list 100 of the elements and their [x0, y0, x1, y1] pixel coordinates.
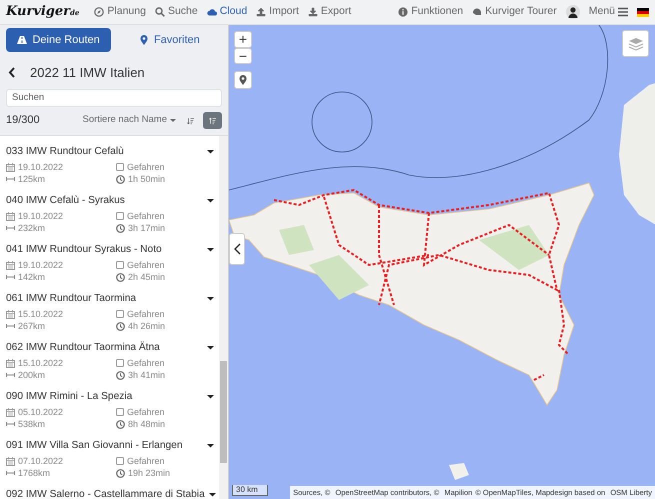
- cloud-icon: [206, 7, 217, 17]
- calendar-icon: [6, 162, 15, 172]
- helmet-icon: [472, 7, 482, 17]
- route-title[interactable]: 041 IMW Rundtour Syrakus - Noto: [6, 243, 162, 257]
- route-date: 07.10.2022: [18, 455, 64, 467]
- caret-icon[interactable]: [207, 150, 214, 154]
- folder-title: 2022 11 IMW Italien: [30, 64, 145, 82]
- search-icon: [154, 7, 165, 17]
- checkbox[interactable]: [116, 359, 124, 367]
- route-date: 19.10.2022: [18, 259, 64, 271]
- nav-link[interactable]: Suche: [154, 4, 198, 20]
- calendar-icon: [6, 310, 15, 318]
- checkbox[interactable]: [116, 457, 124, 465]
- route-duration: 2h 45min: [128, 271, 166, 283]
- distance-icon: [6, 225, 15, 231]
- checkbox-label[interactable]: Gefahren: [127, 455, 165, 467]
- checkbox[interactable]: [116, 212, 124, 220]
- route-distance: 200km: [18, 369, 46, 381]
- clock-icon: [116, 272, 125, 282]
- caret-icon[interactable]: [207, 395, 214, 399]
- route-title[interactable]: 090 IMW Rimini - La Spezia: [6, 390, 132, 404]
- route-date: 19.10.2022: [18, 210, 64, 222]
- route-distance: 538km: [18, 418, 46, 430]
- nav-link[interactable]: Export: [308, 4, 352, 20]
- caret-icon[interactable]: [207, 297, 214, 301]
- flag-icon[interactable]: [637, 8, 649, 16]
- chevron-left-icon: [234, 243, 240, 255]
- distance-icon: [6, 274, 15, 280]
- route-distance: 142km: [18, 271, 46, 283]
- route-date: 05.10.2022: [18, 406, 64, 418]
- upload-icon: [256, 7, 266, 17]
- caret-icon[interactable]: [208, 493, 216, 497]
- checkbox[interactable]: [116, 408, 124, 416]
- route-date: 19.10.2022: [18, 161, 64, 173]
- route-title[interactable]: 062 IMW Rundtour Taormina Ätna: [6, 341, 160, 355]
- map-pin-icon: [238, 74, 248, 86]
- nav-link[interactable]: Planung: [94, 4, 146, 20]
- route-duration: 19h 23min: [128, 467, 170, 479]
- clock-icon: [116, 322, 125, 330]
- route-duration: 8h 48min: [128, 418, 166, 430]
- nav-link[interactable]: Funktionen: [398, 4, 464, 20]
- route-title[interactable]: 040 IMW Cefalù - Syrakus: [6, 194, 125, 208]
- back-icon[interactable]: [8, 67, 16, 78]
- compass-icon: [94, 7, 104, 17]
- calendar-icon: [6, 408, 15, 416]
- route-title[interactable]: 091 IMW Villa San Giovanni - Erlangen: [6, 439, 182, 453]
- clock-icon: [116, 224, 125, 232]
- tab[interactable]: Deine Routen: [6, 28, 112, 52]
- checkbox-label[interactable]: Gefahren: [127, 357, 165, 369]
- clock-icon: [116, 174, 125, 184]
- nav-link[interactable]: Cloud: [206, 4, 248, 20]
- layers-icon: [628, 36, 644, 52]
- collapse-sidebar-button[interactable]: [229, 233, 245, 265]
- calendar-icon: [6, 358, 15, 368]
- route-title[interactable]: 092 IMW Salerno - Castellammare di Stabia: [6, 488, 205, 499]
- caret-icon[interactable]: [207, 444, 214, 448]
- download-icon: [308, 7, 318, 17]
- distance-icon: [6, 470, 15, 476]
- route-date: 15.10.2022: [18, 308, 64, 320]
- route-title[interactable]: 061 IMW Rundtour Taormina: [6, 292, 136, 306]
- search-field[interactable]: Suchen: [6, 88, 222, 106]
- route-title[interactable]: 033 IMW Rundtour Cefalù: [6, 145, 124, 159]
- checkbox[interactable]: [116, 310, 124, 318]
- sort-ascending-icon: [209, 116, 216, 126]
- caret-icon[interactable]: [207, 199, 214, 203]
- nav-link[interactable]: Kurviger Tourer: [472, 4, 557, 20]
- calendar-icon: [6, 212, 15, 220]
- avatar-icon[interactable]: [566, 5, 580, 19]
- caret-icon[interactable]: [207, 346, 214, 350]
- distance-icon: [6, 176, 15, 182]
- checkbox[interactable]: [116, 261, 124, 269]
- checkbox-label[interactable]: Gefahren: [127, 259, 165, 271]
- calendar-icon: [6, 456, 15, 466]
- checkbox[interactable]: [116, 163, 124, 171]
- checkbox-label[interactable]: Gefahren: [127, 210, 165, 222]
- locate-button[interactable]: [234, 71, 252, 89]
- caret-icon: [170, 119, 176, 122]
- route-duration: 3h 41min: [128, 369, 166, 381]
- menu-button[interactable]: Menü: [588, 4, 628, 20]
- checkbox-label[interactable]: Gefahren: [127, 161, 165, 173]
- nav-link[interactable]: Import: [256, 4, 299, 20]
- sort-dropdown[interactable]: Sortiere nach Name: [82, 113, 176, 128]
- distance-icon: [6, 372, 15, 378]
- caret-icon[interactable]: [207, 248, 214, 252]
- info-icon: [398, 7, 408, 17]
- zoom-in-button[interactable]: +: [234, 31, 252, 48]
- route-duration: 4h 26min: [128, 320, 166, 332]
- checkbox-label[interactable]: Gefahren: [127, 406, 165, 418]
- road-icon: [17, 35, 28, 45]
- distance-icon: [6, 421, 15, 427]
- clock-icon: [116, 370, 125, 380]
- sort-button[interactable]: [203, 112, 222, 129]
- zoom-out-button[interactable]: −: [234, 48, 252, 64]
- route-count: 19/300: [6, 113, 40, 128]
- distance-icon: [6, 323, 15, 329]
- sort-descending-icon: [187, 116, 194, 126]
- scrollbar[interactable]: [219, 136, 228, 499]
- clock-icon: [116, 468, 125, 478]
- tab[interactable]: Favoriten: [116, 28, 222, 52]
- checkbox-label[interactable]: Gefahren: [127, 308, 165, 320]
